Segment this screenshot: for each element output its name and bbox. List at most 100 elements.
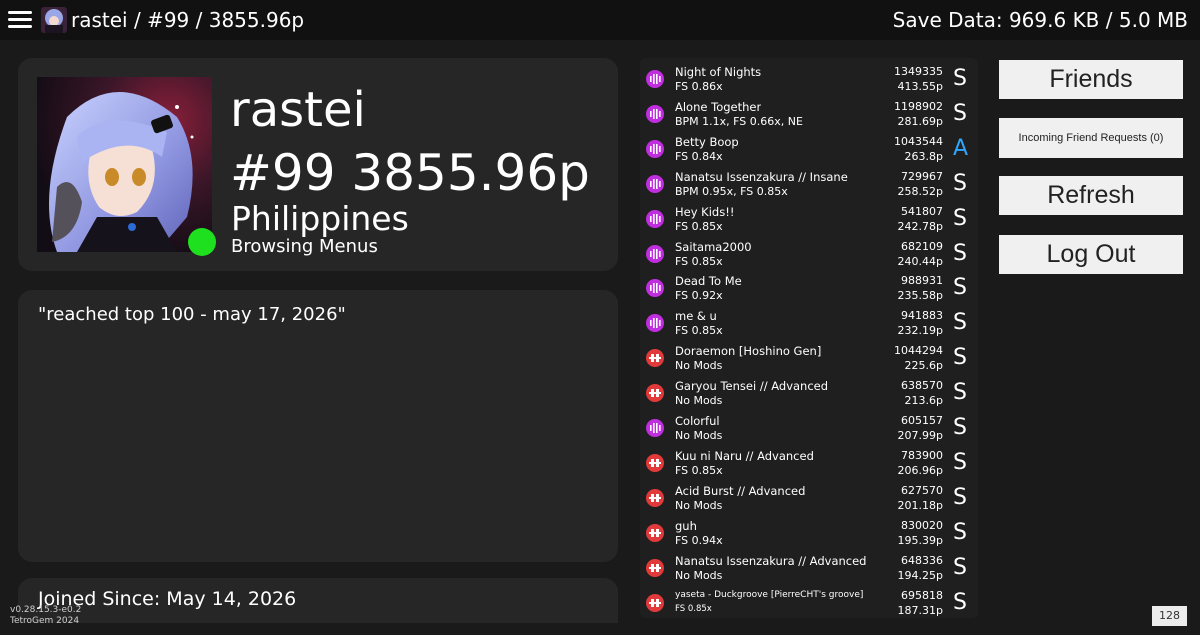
- mode-purple-icon: [646, 139, 664, 158]
- song-mods: No Mods: [675, 359, 723, 373]
- profile-rank-pp: #99 3855.96p: [230, 144, 590, 202]
- song-mods: BPM 0.95x, FS 0.85x: [675, 184, 788, 198]
- song-score: 783900: [901, 448, 943, 462]
- song-title: Garyou Tensei // Advanced: [675, 379, 829, 394]
- song-mods: FS 0.85x: [675, 219, 723, 233]
- grade-letter: S: [953, 310, 967, 336]
- mode-purple-icon: [646, 209, 664, 228]
- version-number: v0.28.15.3-e0.2: [10, 605, 82, 615]
- mode-red-icon: [646, 453, 664, 472]
- bio-panel: [18, 290, 618, 562]
- song-mods: FS 0.85x: [675, 463, 723, 477]
- song-pp: 258.52p: [897, 184, 943, 198]
- song-pp: 201.18p: [897, 498, 943, 512]
- song-title: Betty Boop: [675, 134, 739, 149]
- song-score: 541807: [901, 204, 943, 218]
- score-row[interactable]: Kuu ni Naru // Advanced FS 0.85x 783900 206…: [643, 445, 973, 480]
- mode-purple-icon: [646, 419, 664, 437]
- song-score: 627570: [901, 483, 943, 497]
- logout-button[interactable]: Log Out: [999, 235, 1183, 274]
- song-score: 729967: [901, 169, 943, 183]
- score-row[interactable]: Hey Kids!! FS 0.85x 541807 242.78p S: [643, 201, 973, 236]
- song-score: 988931: [901, 274, 943, 288]
- song-pp: 235.58p: [897, 289, 943, 303]
- song-pp: 263.8p: [904, 149, 943, 163]
- friend-requests-button[interactable]: Incoming Friend Requests (0): [999, 118, 1183, 158]
- grade-letter: S: [953, 100, 967, 126]
- song-mods: FS 0.86x: [675, 80, 723, 93]
- song-pp: 242.78p: [897, 219, 943, 233]
- profile-activity: Browsing Menus: [231, 236, 378, 257]
- save-data-usage: Save Data: 969.6 KB / 5.0 MB: [892, 8, 1188, 32]
- song-title: Night of Nights: [675, 65, 762, 79]
- song-mods: BPM 1.1x, FS 0.66x, NE: [675, 114, 803, 128]
- song-mods: FS 0.85x: [675, 324, 723, 338]
- score-row[interactable]: Alone Together BPM 1.1x, FS 0.66x, NE 1198…: [643, 96, 973, 131]
- song-score: 605157: [901, 414, 943, 427]
- score-row[interactable]: Betty Boop FS 0.84x 1043544 263.8p A: [643, 131, 973, 166]
- top-avatar[interactable]: [41, 7, 67, 33]
- song-score: 1349335: [894, 65, 943, 78]
- refresh-button[interactable]: Refresh: [999, 176, 1183, 215]
- score-row[interactable]: Dead To Me FS 0.92x 988931 235.58p S: [643, 270, 973, 305]
- mode-purple-icon: [646, 314, 664, 333]
- score-row[interactable]: Doraemon [Hoshino Gen] No Mods 1044294 225.…: [643, 340, 973, 375]
- song-title: Nanatsu Issenzakura // Insane: [675, 169, 848, 184]
- score-row[interactable]: Colorful No Mods 605157 207.99p S: [643, 410, 973, 445]
- song-score: 695818: [901, 588, 943, 602]
- top-title: rastei / #99 / 3855.96p: [71, 8, 305, 32]
- mode-red-icon: [646, 593, 664, 612]
- mode-purple-icon: [646, 70, 664, 88]
- song-title: Colorful: [675, 414, 720, 428]
- song-title: Hey Kids!!: [675, 204, 735, 219]
- song-pp: 413.55p: [897, 80, 943, 93]
- song-title: Acid Burst // Advanced: [675, 483, 806, 498]
- song-score: 830020: [901, 518, 943, 532]
- song-mods: FS 0.92x: [675, 289, 723, 303]
- friends-button[interactable]: Friends: [999, 60, 1183, 99]
- mode-purple-icon: [646, 244, 664, 263]
- grade-letter: S: [953, 240, 967, 266]
- song-pp: 187.31p: [897, 603, 943, 617]
- grade-letter: S: [953, 589, 967, 615]
- score-row[interactable]: yaseta - Duckgroove [PierreCHT's groove]…: [643, 585, 973, 620]
- song-score: 1044294: [894, 344, 943, 358]
- song-title: Alone Together: [675, 99, 762, 114]
- song-title: Nanatsu Issenzakura // Advanced: [675, 553, 867, 568]
- profile-bio: "reached top 100 - may 17, 2026": [38, 304, 346, 325]
- song-pp: 240.44p: [897, 254, 943, 268]
- song-mods: FS 0.85x: [675, 603, 712, 614]
- song-score: 648336: [901, 553, 943, 567]
- mode-purple-icon: [646, 174, 664, 193]
- song-pp: 206.96p: [897, 463, 943, 477]
- score-row[interactable]: Acid Burst // Advanced No Mods 627570 201.1…: [643, 480, 973, 515]
- score-row[interactable]: Night of Nights FS 0.86x 1349335 413.55p S: [643, 61, 973, 96]
- score-row[interactable]: Saitama2000 FS 0.85x 682109 240.44p S: [643, 236, 973, 271]
- grade-letter: S: [953, 275, 967, 301]
- grade-letter: S: [953, 415, 967, 440]
- song-title: me & u: [675, 309, 717, 324]
- counter-badge: 128: [1152, 606, 1187, 626]
- hamburger-menu-icon[interactable]: [8, 8, 32, 32]
- song-title: Doraemon [Hoshino Gen]: [675, 344, 822, 359]
- grade-letter: A: [953, 135, 969, 161]
- profile-avatar: [37, 77, 212, 252]
- mode-red-icon: [646, 558, 664, 577]
- version-copyright: TetroGem 2024: [10, 616, 80, 626]
- mode-purple-icon: [646, 279, 664, 298]
- song-score: 1198902: [894, 99, 943, 113]
- mode-purple-icon: [646, 104, 664, 123]
- score-row[interactable]: me & u FS 0.85x 941883 232.19p S: [643, 305, 973, 340]
- song-pp: 195.39p: [897, 533, 943, 547]
- score-row[interactable]: Nanatsu Issenzakura // Advanced No Mods 64…: [643, 550, 973, 585]
- score-row[interactable]: guh FS 0.94x 830020 195.39p S: [643, 515, 973, 550]
- song-pp: 232.19p: [897, 324, 943, 338]
- song-score: 941883: [901, 309, 943, 323]
- version-info: v0.28.15.3-e0.2 TetroGem 2024: [10, 605, 81, 627]
- song-mods: No Mods: [675, 498, 723, 512]
- score-row[interactable]: Nanatsu Issenzakura // Insane BPM 0.95x, …: [643, 166, 973, 201]
- top-bar: rastei / #99 / 3855.96p Save Data: 969.6…: [0, 0, 1200, 40]
- online-status-indicator: [188, 228, 216, 256]
- grade-letter: S: [953, 554, 967, 580]
- score-row[interactable]: Garyou Tensei // Advanced No Mods 638570 21…: [643, 375, 973, 410]
